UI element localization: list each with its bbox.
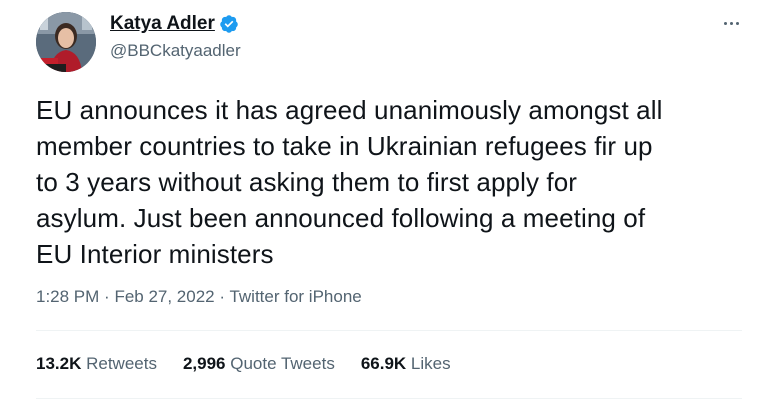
more-dot bbox=[735, 21, 739, 25]
verified-badge-icon bbox=[219, 14, 239, 34]
divider-bottom bbox=[36, 398, 742, 399]
likes-stat[interactable]: 66.9K Likes bbox=[361, 354, 451, 374]
author-name-row: Katya Adler bbox=[110, 13, 239, 35]
tweet-card: Katya Adler @BBCkatyaadler EU announces … bbox=[0, 0, 778, 402]
retweets-label: Retweets bbox=[86, 354, 157, 373]
tweet-meta: 1:28 PM · Feb 27, 2022 · Twitter for iPh… bbox=[36, 287, 362, 307]
author-display-name[interactable]: Katya Adler bbox=[110, 13, 215, 35]
retweets-stat[interactable]: 13.2K Retweets bbox=[36, 354, 157, 374]
more-options-icon[interactable] bbox=[718, 12, 744, 34]
quote-tweets-stat[interactable]: 2,996 Quote Tweets bbox=[183, 354, 335, 374]
tweet-time[interactable]: 1:28 PM bbox=[36, 287, 99, 306]
meta-separator: · bbox=[219, 287, 230, 306]
tweet-text: EU announces it has agreed unanimously a… bbox=[36, 95, 663, 269]
more-dot bbox=[723, 21, 727, 25]
author-handle[interactable]: @BBCkatyaadler bbox=[110, 41, 241, 61]
tweet-date[interactable]: Feb 27, 2022 bbox=[114, 287, 214, 306]
avatar[interactable] bbox=[36, 12, 96, 72]
quote-tweets-label: Quote Tweets bbox=[230, 354, 335, 373]
avatar-photo bbox=[36, 12, 96, 72]
quote-tweets-count: 2,996 bbox=[182, 354, 231, 373]
likes-count: 66.9K bbox=[360, 354, 411, 373]
more-dot bbox=[729, 21, 733, 25]
tweet-source[interactable]: Twitter for iPhone bbox=[229, 287, 361, 306]
likes-label: Likes bbox=[410, 354, 451, 373]
retweets-count: 13.2K bbox=[36, 354, 87, 373]
divider-top bbox=[36, 330, 742, 331]
engagement-stats: 13.2K Retweets 2,996 Quote Tweets 66.9K … bbox=[36, 354, 451, 374]
meta-separator: · bbox=[104, 287, 115, 306]
